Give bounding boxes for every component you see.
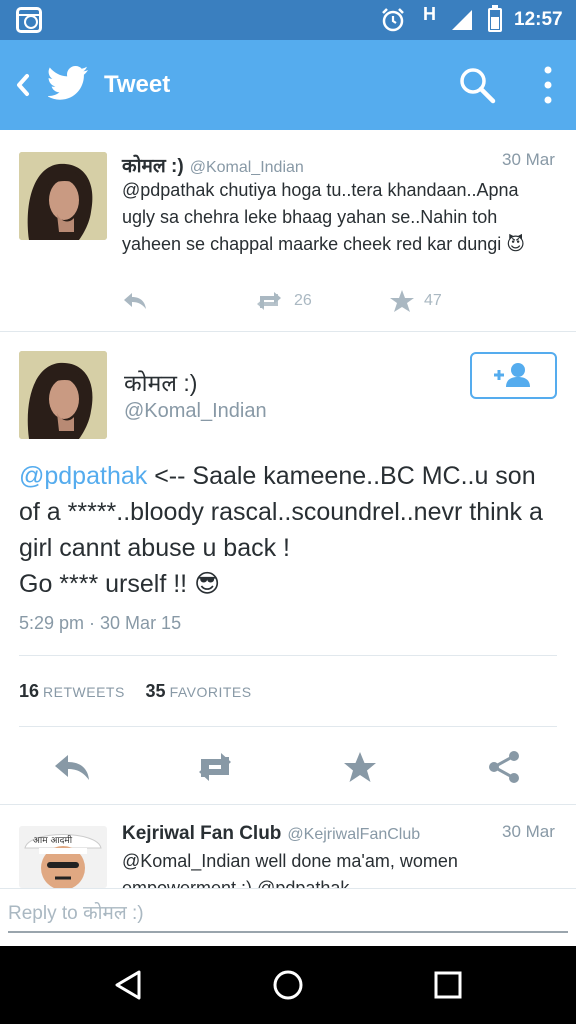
retweet-icon[interactable] — [195, 750, 235, 784]
author-handle: @Komal_Indian — [189, 159, 304, 176]
retweet-icon — [257, 292, 281, 310]
emoji: 😈 — [506, 234, 526, 254]
reply-bar — [0, 888, 576, 946]
network-type-label: H — [423, 4, 436, 24]
search-icon[interactable] — [458, 66, 496, 104]
more-options-icon[interactable] — [536, 64, 560, 106]
divider — [19, 655, 557, 656]
signal-icon — [452, 10, 472, 30]
tweet-stats: 16 RETWEETS 35 FAVORITES — [19, 681, 268, 702]
add-user-icon — [494, 363, 530, 387]
svg-text:आम आदमी: आम आदमी — [33, 834, 73, 846]
back-icon[interactable] — [10, 70, 36, 100]
tweet-actions — [0, 740, 576, 794]
star-icon[interactable] — [340, 750, 380, 784]
favorite-button[interactable]: 47 — [390, 290, 442, 312]
favorite-count: 47 — [424, 292, 442, 309]
favorites-count[interactable]: 35 — [146, 681, 166, 701]
recent-apps-icon[interactable] — [431, 968, 465, 1002]
avatar-image — [19, 351, 107, 439]
status-bar: H 12:57 — [0, 0, 576, 40]
tweet-author[interactable]: Kejriwal Fan Club @KejriwalFanClub — [122, 823, 420, 845]
retweet-count: 26 — [294, 292, 312, 309]
tweet-text: @Komal_Indian well done ma'am, women emp… — [122, 851, 458, 888]
tweet-text-content: @pdpathak chutiya hoga tu..tera khandaan… — [122, 180, 519, 254]
reply-icon[interactable] — [52, 750, 92, 784]
follow-button[interactable] — [470, 352, 557, 399]
alarm-icon — [382, 8, 404, 32]
reply-button[interactable] — [122, 290, 148, 312]
home-nav-icon[interactable] — [271, 968, 305, 1002]
back-nav-icon[interactable] — [111, 968, 145, 1002]
divider — [19, 726, 557, 727]
status-time: 12:57 — [514, 9, 563, 30]
retweets-label[interactable]: RETWEETS — [43, 684, 125, 700]
instagram-icon — [16, 7, 42, 33]
tweet-date: 30 Mar — [502, 150, 555, 169]
battery-icon — [488, 5, 502, 32]
tweet-text: @pdpathak <-- Saale kameene..BC MC..u so… — [19, 458, 559, 602]
tweet-text: @pdpathak chutiya hoga tu..tera khandaan… — [122, 177, 552, 258]
divider — [0, 331, 576, 332]
favorites-label[interactable]: FAVORITES — [170, 684, 252, 700]
page-title: Tweet — [104, 71, 171, 98]
twitter-bird-icon[interactable] — [48, 65, 88, 101]
share-icon[interactable] — [484, 750, 524, 784]
navigation-bar — [0, 946, 576, 1024]
tweet-actions: 26 47 — [122, 290, 562, 320]
retweets-count[interactable]: 16 — [19, 681, 39, 701]
avatar-image: आम आदमी — [19, 826, 107, 888]
avatar[interactable] — [19, 152, 107, 240]
mention-link[interactable]: @pdpathak — [19, 462, 147, 490]
app-bar: Tweet — [0, 40, 576, 130]
emoji: 😎 — [194, 570, 221, 598]
tweet-date: 30 Mar — [502, 822, 555, 841]
tweet-timestamp: 5:29 pm · 30 Mar 15 — [19, 613, 182, 633]
author-name[interactable]: कोमल :) — [124, 366, 197, 398]
star-icon — [390, 290, 414, 312]
tweet-text-line2: Go **** urself !! — [19, 570, 195, 598]
divider — [0, 804, 576, 805]
reply-icon — [124, 293, 146, 309]
author-name: Kejriwal Fan Club — [122, 823, 282, 844]
author-name: कोमल :) — [122, 156, 184, 177]
avatar[interactable]: आम आदमी — [19, 826, 107, 888]
reply-input[interactable] — [8, 897, 568, 933]
avatar-image — [19, 152, 107, 240]
author-handle[interactable]: @Komal_Indian — [124, 400, 267, 423]
retweet-button[interactable]: 26 — [254, 290, 312, 312]
author-handle: @KejriwalFanClub — [287, 826, 421, 843]
tweet-author[interactable]: कोमल :) @Komal_Indian — [122, 152, 304, 178]
avatar[interactable] — [19, 351, 107, 439]
